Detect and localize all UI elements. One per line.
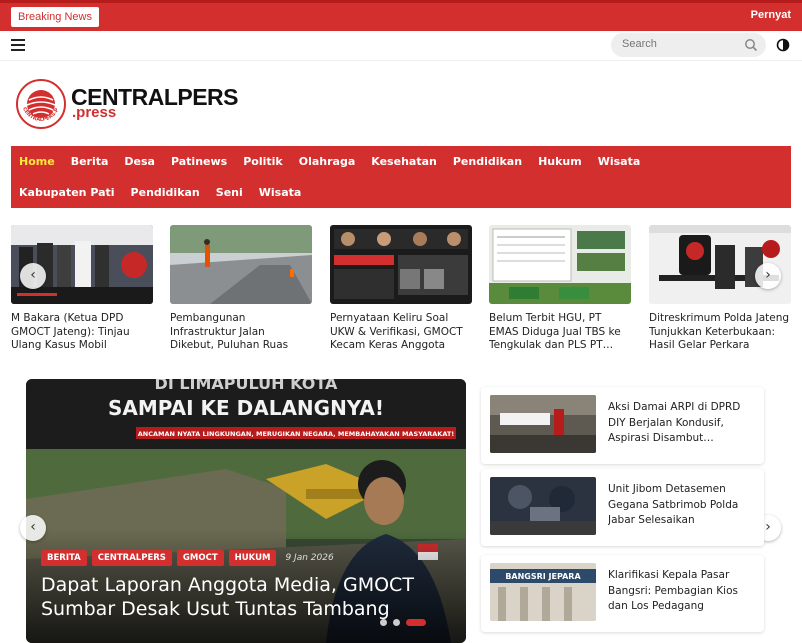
slider-dots [380, 619, 426, 626]
tag-berita[interactable]: BERITA [41, 550, 87, 566]
search-input[interactable] [622, 38, 742, 50]
side-news-title[interactable]: Aksi Damai ARPI di DPRD DIY Berjalan Kon… [608, 400, 758, 448]
nav-item-kesehatan[interactable]: Kesehatan [363, 155, 445, 168]
news-card[interactable]: Ditreskrimum Polda Jateng Tunjukkan Kete… [649, 225, 791, 354]
news-card[interactable]: M Bakara (Ketua DPD GMOCT Jateng): Tinja… [11, 225, 153, 354]
dark-mode-toggle-icon[interactable] [776, 38, 790, 52]
tag-centralpers[interactable]: CENTRALPERS [91, 550, 172, 566]
svg-text:BANGSRI JEPARA: BANGSRI JEPARA [505, 572, 581, 581]
nav-item-patinews[interactable]: Patinews [163, 155, 235, 168]
news-card-title[interactable]: Ditreskrimum Polda Jateng Tunjukkan Kete… [649, 312, 791, 354]
nav-item-hukum[interactable]: Hukum [530, 155, 590, 168]
nav-item-kabupaten-pati[interactable]: Kabupaten Pati [11, 186, 123, 199]
news-carousel: M Bakara (Ketua DPD GMOCT Jateng): Tinja… [11, 225, 791, 355]
svg-text:SAMPAI KE DALANGNYA!: SAMPAI KE DALANGNYA! [108, 396, 384, 420]
search-icon[interactable] [744, 38, 758, 52]
news-card-image[interactable] [170, 225, 312, 304]
breaking-news-bar: Breaking News Pernyat [0, 0, 802, 31]
side-news-image[interactable] [490, 477, 596, 535]
carousel-prev-button[interactable]: ‹ [20, 263, 46, 289]
tag-hukum[interactable]: HUKUM [228, 550, 277, 566]
side-news-item[interactable]: Aksi Damai ARPI di DPRD DIY Berjalan Kon… [481, 387, 764, 464]
nav-item-pendidikan[interactable]: Pendidikan [445, 155, 530, 168]
logo-domain: .press [72, 104, 117, 121]
news-card-image[interactable] [489, 225, 631, 304]
news-card-title[interactable]: Pernyataan Keliru Soal UKW & Verifikasi,… [330, 312, 472, 354]
featured-date: 9 Jan 2026 [285, 553, 334, 563]
side-news-item[interactable]: Unit Jibom Detasemen Gegana Satbrimob Po… [481, 469, 764, 546]
nav-item-wisata-2[interactable]: Wisata [251, 186, 310, 199]
news-card-title[interactable]: Pembangunan Infrastruktur Jalan Dikebut,… [170, 312, 312, 354]
slider-dot-active[interactable] [406, 619, 426, 626]
menu-icon[interactable] [11, 39, 25, 51]
nav-row-secondary: Kabupaten Pati Pendidikan Seni Wisata [11, 177, 309, 208]
news-card-title[interactable]: Belum Terbit HGU, PT EMAS Diduga Jual TB… [489, 312, 631, 354]
news-card[interactable]: Pembangunan Infrastruktur Jalan Dikebut,… [170, 225, 312, 354]
news-card-title[interactable]: M Bakara (Ketua DPD GMOCT Jateng): Tinja… [11, 312, 153, 354]
side-news-image[interactable] [490, 395, 596, 453]
nav-item-pendidikan-2[interactable]: Pendidikan [123, 186, 208, 199]
featured-slider[interactable]: DI LIMAPULUH KOTA SAMPAI KE DALANGNYA! A… [26, 379, 466, 643]
search-box [611, 33, 766, 57]
side-news-title[interactable]: Unit Jibom Detasemen Gegana Satbrimob Po… [608, 482, 758, 530]
utility-bar [0, 31, 802, 61]
main-nav: Home Berita Desa Patinews Politik Olahra… [11, 146, 791, 208]
news-card[interactable]: Belum Terbit HGU, PT EMAS Diduga Jual TB… [489, 225, 631, 354]
side-news-title[interactable]: Klarifikasi Kepala Pasar Bangsri: Pembag… [608, 568, 758, 616]
breaking-news-label: Breaking News [11, 7, 99, 27]
carousel-next-button[interactable]: › [755, 263, 781, 289]
slider-dot[interactable] [380, 619, 387, 626]
svg-text:ANCAMAN NYATA LINGKUNGAN, MERU: ANCAMAN NYATA LINGKUNGAN, MERUGIKAN NEGA… [138, 430, 455, 438]
news-card-image[interactable] [330, 225, 472, 304]
logo-globe-icon: CENTRALPERS.PRESS [15, 78, 66, 129]
nav-item-home[interactable]: Home [11, 155, 63, 168]
nav-item-olahraga[interactable]: Olahraga [291, 155, 364, 168]
nav-item-berita[interactable]: Berita [63, 155, 117, 168]
nav-item-politik[interactable]: Politik [235, 155, 291, 168]
nav-item-wisata[interactable]: Wisata [590, 155, 649, 168]
side-news-image[interactable]: BANGSRI JEPARA [490, 563, 596, 621]
svg-text:DI LIMAPULUH KOTA: DI LIMAPULUH KOTA [155, 379, 339, 393]
tag-gmoct[interactable]: GMOCT [176, 550, 224, 566]
featured-tags: BERITA CENTRALPERS GMOCT HUKUM 9 Jan 202… [41, 550, 334, 566]
slider-dot[interactable] [393, 619, 400, 626]
nav-item-desa[interactable]: Desa [116, 155, 163, 168]
slider-prev-button[interactable]: ‹ [20, 515, 46, 541]
featured-title[interactable]: Dapat Laporan Anggota Media, GMOCT Sumba… [41, 573, 451, 621]
side-news-item[interactable]: BANGSRI JEPARA Klarifikasi Kepala Pasar … [481, 555, 764, 632]
nav-item-seni[interactable]: Seni [208, 186, 251, 199]
nav-row-primary: Home Berita Desa Patinews Politik Olahra… [11, 146, 648, 177]
news-card[interactable]: Pernyataan Keliru Soal UKW & Verifikasi,… [330, 225, 472, 354]
breaking-news-ticker[interactable]: Pernyat [751, 9, 791, 21]
